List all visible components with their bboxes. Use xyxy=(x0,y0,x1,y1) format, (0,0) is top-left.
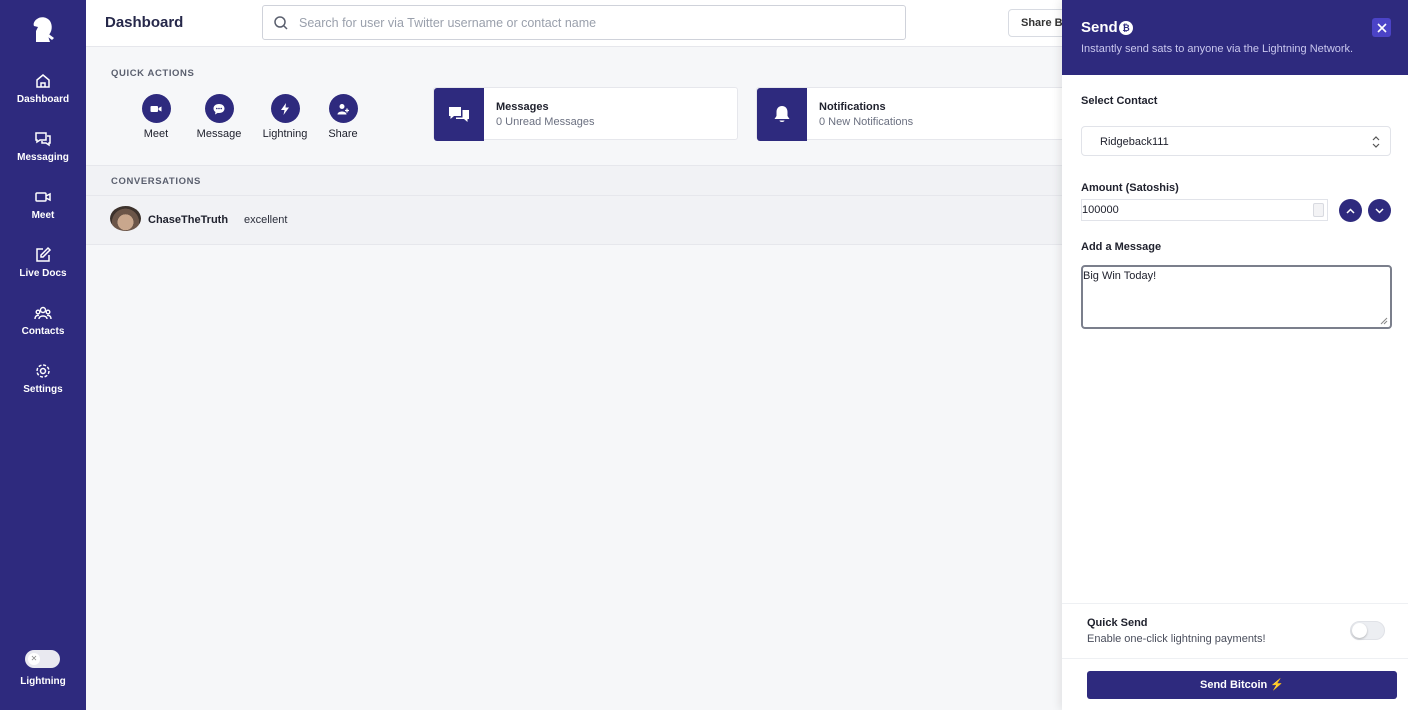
chat-bubbles-icon xyxy=(449,106,469,122)
select-contact-label: Select Contact xyxy=(1081,95,1158,107)
conversation-name: ChaseTheTruth xyxy=(148,214,229,226)
quick-action-label: Meet xyxy=(143,128,169,140)
home-icon xyxy=(36,74,50,88)
users-icon xyxy=(34,306,52,320)
lightning-toggle-label: Lightning xyxy=(20,676,66,687)
amount-spinner[interactable] xyxy=(1313,203,1324,217)
quick-action-label: Lightning xyxy=(262,128,308,140)
divider xyxy=(1062,658,1408,659)
resize-grip-icon[interactable] xyxy=(1378,315,1388,325)
notifications-card-subtitle: 0 New Notifications xyxy=(819,116,914,128)
close-icon xyxy=(1376,22,1387,33)
user-plus-icon xyxy=(337,103,349,114)
message-textarea[interactable]: Big Win Today! xyxy=(1081,265,1392,329)
send-panel: Send ₿ Instantly send sats to anyone via… xyxy=(1062,0,1408,710)
amount-value: 100000 xyxy=(1082,204,1119,216)
chat-bubbles-icon xyxy=(35,132,51,147)
increase-amount-button[interactable] xyxy=(1339,199,1362,222)
close-button[interactable] xyxy=(1372,18,1391,37)
sidebar-item-settings[interactable]: Settings xyxy=(0,362,86,395)
quick-action-meet[interactable]: Meet xyxy=(126,94,186,140)
quick-action-message[interactable]: Message xyxy=(189,94,249,140)
message-textarea-value: Big Win Today! xyxy=(1083,270,1157,282)
chevron-up-icon xyxy=(1346,207,1355,214)
send-bitcoin-button[interactable]: Send Bitcoin ⚡ xyxy=(1087,671,1397,699)
notifications-card-title: Notifications xyxy=(819,101,886,113)
sidebar-item-live-docs[interactable]: Live Docs xyxy=(0,246,86,279)
chat-dots-icon xyxy=(213,103,225,114)
lightning-toggle[interactable]: ✕ xyxy=(25,650,60,668)
sidebar-item-meet[interactable]: Meet xyxy=(0,188,86,221)
quick-action-lightning[interactable]: Lightning xyxy=(255,94,315,140)
conversations-header: CONVERSATIONS xyxy=(86,165,1066,196)
gear-icon xyxy=(36,364,50,378)
sidebar-item-messaging[interactable]: Messaging xyxy=(0,130,86,163)
sidebar-item-contacts[interactable]: Contacts xyxy=(0,304,86,337)
sidebar-item-label: Messaging xyxy=(17,152,69,163)
quick-send-subtitle: Enable one-click lightning payments! xyxy=(1087,633,1266,645)
contact-select-value: Ridgeback111 xyxy=(1100,136,1169,148)
messages-card-subtitle: 0 Unread Messages xyxy=(496,116,595,128)
sidebar-item-label: Settings xyxy=(23,384,63,395)
conversation-row[interactable]: ChaseTheTruth excellent xyxy=(86,196,1066,245)
sidebar-item-label: Contacts xyxy=(21,326,65,337)
send-panel-header: Send ₿ Instantly send sats to anyone via… xyxy=(1062,0,1408,75)
decrease-amount-button[interactable] xyxy=(1368,199,1391,222)
sidebar-item-label: Live Docs xyxy=(19,268,67,279)
video-camera-icon xyxy=(35,192,51,202)
quick-actions-section: QUICK ACTIONS Meet Message Lightning Sha… xyxy=(86,48,1066,165)
message-label: Add a Message xyxy=(1081,241,1162,253)
quick-action-label: Share xyxy=(328,128,358,140)
amount-label: Amount (Satoshis) xyxy=(1081,182,1179,194)
video-camera-icon xyxy=(150,105,162,112)
chevron-down-icon xyxy=(1375,207,1384,214)
quick-send-toggle[interactable] xyxy=(1350,621,1385,640)
sidebar-item-label: Dashboard xyxy=(16,94,70,105)
divider xyxy=(1062,603,1408,604)
contact-select[interactable]: Ridgeback111 xyxy=(1081,126,1391,156)
chevron-up-down-icon xyxy=(1372,136,1380,148)
search-icon xyxy=(274,16,288,30)
amount-input[interactable]: 100000 xyxy=(1081,199,1328,221)
close-icon: ✕ xyxy=(28,653,40,665)
page-title: Dashboard xyxy=(105,14,184,31)
send-panel-title: Send xyxy=(1081,19,1118,36)
conversation-last-message: excellent xyxy=(244,214,288,226)
search-input[interactable] xyxy=(299,6,899,39)
knight-logo-icon[interactable] xyxy=(28,14,58,46)
search-box[interactable] xyxy=(262,5,906,40)
quick-action-share[interactable]: Share xyxy=(313,94,373,140)
sidebar-item-dashboard[interactable]: Dashboard xyxy=(0,72,86,105)
messages-card-title: Messages xyxy=(496,101,549,113)
sidebar: Dashboard Messaging Meet Live Docs Conta… xyxy=(0,0,86,710)
sidebar-item-label: Meet xyxy=(31,210,55,221)
bell-icon xyxy=(774,105,790,122)
quick-send-title: Quick Send xyxy=(1087,617,1148,629)
messages-card[interactable]: Messages 0 Unread Messages xyxy=(433,87,738,141)
quick-actions-title: QUICK ACTIONS xyxy=(111,68,195,79)
edit-document-icon xyxy=(36,246,52,262)
conversations-title: CONVERSATIONS xyxy=(111,176,201,187)
bitcoin-icon: ₿ xyxy=(1119,21,1133,35)
lightning-icon xyxy=(281,102,289,115)
notifications-card[interactable]: Notifications 0 New Notifications xyxy=(756,87,1066,141)
send-panel-subtitle: Instantly send sats to anyone via the Li… xyxy=(1081,43,1354,55)
avatar xyxy=(110,206,141,231)
quick-action-label: Message xyxy=(196,128,242,140)
